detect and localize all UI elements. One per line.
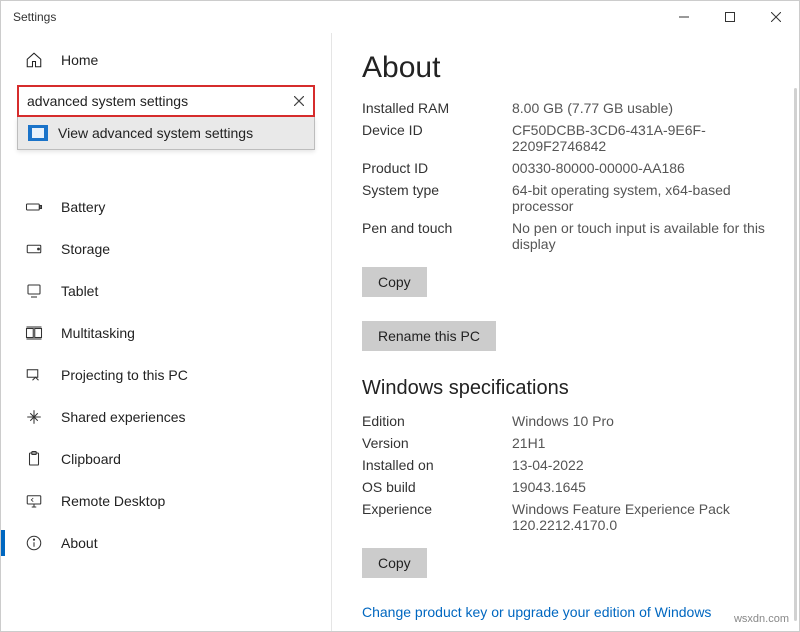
nav-list: Battery Storage Tablet Multitasking Proj… [1, 186, 331, 564]
sidebar-item-battery[interactable]: Battery [1, 186, 331, 228]
spec-row: Product ID00330-80000-00000-AA186 [362, 157, 769, 179]
sidebar-item-tablet[interactable]: Tablet [1, 270, 331, 312]
spec-row: Installed RAM8.00 GB (7.77 GB usable) [362, 97, 769, 119]
titlebar: Settings [1, 1, 799, 33]
sidebar-item-label: Multitasking [61, 325, 135, 341]
multitasking-icon [25, 324, 43, 342]
sidebar-item-shared-experiences[interactable]: Shared experiences [1, 396, 331, 438]
spec-row: Version21H1 [362, 432, 769, 454]
home-icon [25, 51, 43, 69]
device-specs: Installed RAM8.00 GB (7.77 GB usable) De… [362, 97, 769, 255]
storage-icon [25, 240, 43, 258]
remote-desktop-icon [25, 492, 43, 510]
sidebar-item-multitasking[interactable]: Multitasking [1, 312, 331, 354]
sidebar-item-storage[interactable]: Storage [1, 228, 331, 270]
close-button[interactable] [753, 1, 799, 33]
window-controls [661, 1, 799, 33]
suggestion-label: View advanced system settings [58, 125, 253, 141]
page-title: About [362, 51, 769, 85]
home-label: Home [61, 52, 98, 68]
watermark: wsxdn.com [734, 613, 789, 625]
control-panel-icon [28, 125, 48, 141]
sidebar-item-label: Battery [61, 199, 105, 215]
clipboard-icon [25, 450, 43, 468]
windows-specs-heading: Windows specifications [362, 377, 769, 400]
main-content: About Installed RAM8.00 GB (7.77 GB usab… [331, 33, 799, 631]
windows-specs: EditionWindows 10 Pro Version21H1 Instal… [362, 410, 769, 536]
minimize-button[interactable] [661, 1, 707, 33]
spec-row: Pen and touchNo pen or touch input is av… [362, 217, 769, 255]
sidebar: Home View advanced system settings Batte… [1, 33, 331, 631]
sidebar-item-label: Projecting to this PC [61, 367, 188, 383]
spec-row: EditionWindows 10 Pro [362, 410, 769, 432]
search-box [17, 85, 315, 117]
scrollbar[interactable] [794, 88, 797, 621]
change-product-key-link[interactable]: Change product key or upgrade your editi… [362, 604, 769, 620]
projecting-icon [25, 366, 43, 384]
search-suggestion[interactable]: View advanced system settings [17, 117, 315, 150]
sidebar-item-about[interactable]: About [1, 522, 331, 564]
tablet-icon [25, 282, 43, 300]
battery-icon [25, 198, 43, 216]
spec-row: ExperienceWindows Feature Experience Pac… [362, 498, 769, 536]
sidebar-item-label: Storage [61, 241, 110, 257]
home-link[interactable]: Home [1, 41, 331, 79]
search-input[interactable] [17, 85, 315, 117]
shared-experiences-icon [25, 408, 43, 426]
spec-row: System type64-bit operating system, x64-… [362, 179, 769, 217]
sidebar-item-label: Remote Desktop [61, 493, 165, 509]
spec-row: Installed on13-04-2022 [362, 454, 769, 476]
sidebar-item-projecting[interactable]: Projecting to this PC [1, 354, 331, 396]
sidebar-item-label: Shared experiences [61, 409, 186, 425]
rename-pc-button[interactable]: Rename this PC [362, 321, 496, 351]
copy-device-specs-button[interactable]: Copy [362, 267, 427, 297]
copy-windows-specs-button[interactable]: Copy [362, 548, 427, 578]
about-icon [25, 534, 43, 552]
sidebar-item-label: Tablet [61, 283, 98, 299]
spec-row: OS build19043.1645 [362, 476, 769, 498]
sidebar-item-label: Clipboard [61, 451, 121, 467]
sidebar-item-clipboard[interactable]: Clipboard [1, 438, 331, 480]
maximize-button[interactable] [707, 1, 753, 33]
clear-search-icon[interactable] [289, 91, 309, 111]
sidebar-item-remote-desktop[interactable]: Remote Desktop [1, 480, 331, 522]
window-title: Settings [13, 10, 661, 24]
spec-row: Device IDCF50DCBB-3CD6-431A-9E6F-2209F27… [362, 119, 769, 157]
sidebar-item-label: About [61, 535, 98, 551]
